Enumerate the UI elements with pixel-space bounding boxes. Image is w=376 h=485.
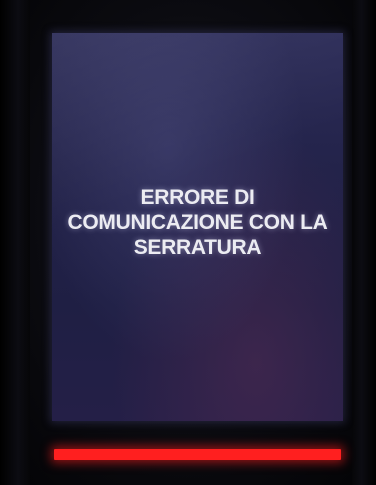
- error-message: ERRORE DI COMUNICAZIONE CON LA SERRATURA: [52, 185, 343, 260]
- error-status-led-bar: [54, 449, 341, 460]
- device-bezel-right: [352, 0, 376, 485]
- device-photo: ERRORE DI COMUNICAZIONE CON LA SERRATURA: [0, 0, 376, 485]
- error-message-line-3: SERRATURA: [133, 236, 262, 259]
- device-bezel-left: [0, 0, 30, 485]
- lock-display-screen: ERRORE DI COMUNICAZIONE CON LA SERRATURA: [52, 33, 343, 421]
- error-message-line-1: ERRORE DI: [140, 186, 255, 209]
- error-message-line-2: COMUNICAZIONE CON LA: [67, 211, 328, 234]
